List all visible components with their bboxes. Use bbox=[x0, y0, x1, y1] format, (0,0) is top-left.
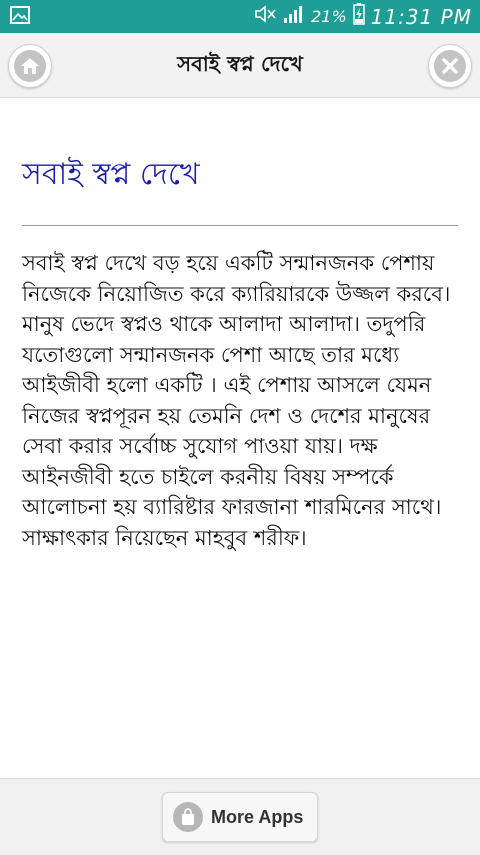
footer: More Apps bbox=[0, 778, 480, 855]
divider bbox=[22, 225, 458, 226]
article-heading: সবাই স্বপ্ন দেখে bbox=[22, 157, 200, 192]
shopping-bag-icon bbox=[173, 802, 203, 832]
page-title: সবাই স্বপ্ন দেখে bbox=[177, 51, 303, 76]
more-apps-button[interactable]: More Apps bbox=[162, 792, 318, 842]
article-content: সবাই স্বপ্ন দেখে সবাই স্বপ্ন দেখে বড় হয… bbox=[0, 98, 480, 778]
article-body: সবাই স্বপ্ন দেখে বড় হয়ে একটি সন্মানজনক… bbox=[22, 251, 451, 550]
signal-icon bbox=[283, 4, 305, 29]
clock: 11:31 PM bbox=[370, 4, 472, 29]
close-button[interactable] bbox=[428, 44, 472, 88]
image-icon bbox=[10, 6, 30, 24]
mute-icon bbox=[253, 5, 277, 28]
more-apps-label: More Apps bbox=[211, 806, 304, 827]
status-indicators: 21% 11:31 PM bbox=[253, 0, 472, 33]
battery-percent: 21% bbox=[311, 7, 347, 26]
status-bar: 21% 11:31 PM bbox=[0, 0, 480, 33]
home-icon bbox=[14, 50, 46, 82]
battery-charging-icon bbox=[352, 3, 365, 30]
close-icon bbox=[434, 50, 466, 82]
app-header: সবাই স্বপ্ন দেখে bbox=[0, 33, 480, 98]
home-button[interactable] bbox=[8, 44, 52, 88]
